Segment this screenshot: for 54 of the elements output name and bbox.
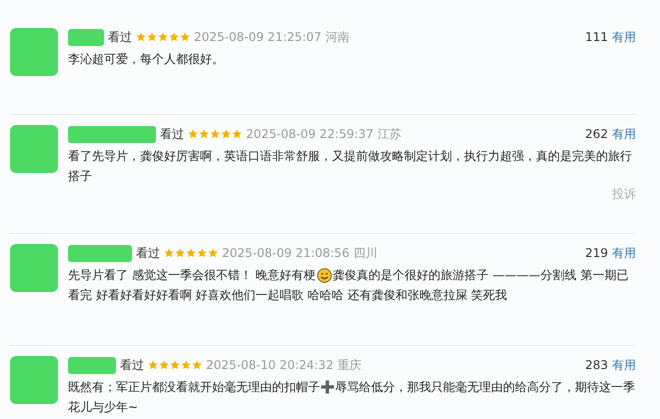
vote-count: 219 (585, 246, 608, 260)
comment-text: 看完 好看好看好好看啊 好喜欢他们一起唱歌 哈哈哈 还有龚俊和张晚意拉屎 笑死我 (68, 287, 508, 304)
useful-link[interactable]: 有用 (612, 356, 636, 374)
comment-location: 江苏 (377, 126, 402, 142)
comment-location: 河南 (325, 28, 350, 46)
star-icon (169, 32, 179, 42)
vote-count: 111 (585, 30, 608, 44)
star-icon (221, 129, 231, 139)
useful-link[interactable]: 有用 (612, 28, 636, 46)
comment-time: 2025-08-09 22:59:37 (246, 127, 374, 141)
star-icon (180, 32, 190, 42)
comment-text: 既然有；军正片都没看就开始毫无理由的扣帽子➕辱骂给低分，那我只能毫无理由的给高分了，期待这一季花儿与少年~ (68, 380, 635, 414)
star-icon (164, 248, 174, 258)
star-icon (136, 32, 146, 42)
watch-status: 看过 (108, 28, 132, 46)
useful-link[interactable]: 有用 (612, 244, 636, 262)
vote-count: 262 (585, 127, 608, 141)
comment-text: 李沁超可爱，每个人都很好。 (68, 52, 224, 66)
comment-location: 四川 (353, 244, 378, 262)
watch-status: 看过 (160, 126, 184, 142)
watch-status: 看过 (136, 244, 160, 262)
star-icon (159, 360, 169, 370)
star-icon (148, 360, 158, 370)
avatar (10, 356, 58, 404)
name-redaction (68, 28, 104, 46)
star-icon (188, 129, 198, 139)
star-icon (186, 248, 196, 258)
star-icon (170, 360, 180, 370)
watch-status: 看过 (120, 356, 144, 374)
comment-text: 龚俊真的是个很好的旅游搭子 ————分割线 第一期已 (332, 267, 628, 284)
comment-time: 2025-08-10 20:24:32 (206, 358, 334, 372)
avatar (10, 28, 58, 76)
star-icon (147, 32, 157, 42)
star-icon (197, 248, 207, 258)
avatar (10, 244, 58, 292)
star-icon (158, 32, 168, 42)
star-icon (192, 360, 202, 370)
star-icon (181, 360, 191, 370)
star-icon (232, 129, 242, 139)
star-icon (210, 129, 220, 139)
comment-text: 先导片看了 感觉这一季会很不错！ 晚意好有梗 (68, 267, 316, 284)
name-redaction (68, 356, 116, 374)
star-icon (199, 129, 209, 139)
useful-link[interactable]: 有用 (612, 126, 636, 142)
comment-time: 2025-08-09 21:08:56 (222, 246, 350, 260)
name-redaction (68, 244, 132, 262)
vote-count: 283 (585, 358, 608, 372)
comment-text: 看了先导片，龚俊好厉害啊，英语口语非常舒服，又提前做攻略制定计划，执行力超强，真的是完美的旅行搭子 (68, 149, 632, 183)
avatar (10, 125, 58, 173)
comment-location: 重庆 (337, 356, 362, 374)
smiley-icon (316, 268, 332, 282)
comment-time: 2025-08-09 21:25:07 (194, 30, 322, 44)
star-icon (175, 248, 185, 258)
star-icon (208, 248, 218, 258)
